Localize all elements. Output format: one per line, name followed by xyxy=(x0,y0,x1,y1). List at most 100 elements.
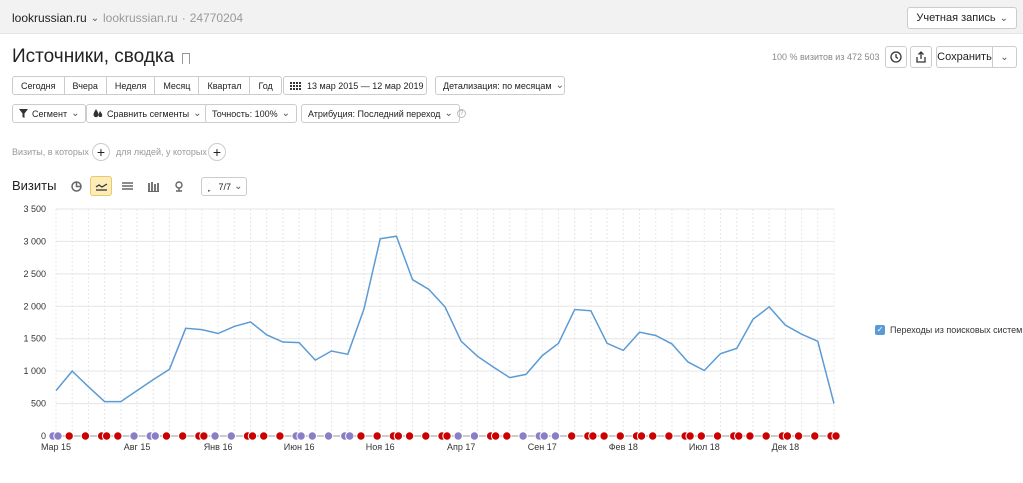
share-icon xyxy=(916,51,926,63)
event-marker-icon[interactable] xyxy=(101,431,112,441)
period-month[interactable]: Месяц xyxy=(155,76,200,95)
event-marker-icon[interactable] xyxy=(345,431,355,441)
help-icon[interactable]: ? xyxy=(457,109,466,118)
event-marker-icon[interactable] xyxy=(782,431,793,441)
event-marker-icon[interactable] xyxy=(615,431,625,441)
compare-segments-dropdown[interactable]: Сравнить сегменты ⌄ xyxy=(86,104,209,123)
save-options-button[interactable]: ⌄ xyxy=(993,46,1017,68)
event-marker-icon[interactable] xyxy=(566,431,577,441)
event-marker-icon[interactable] xyxy=(453,431,463,441)
chevron-down-icon: ⌄ xyxy=(281,108,290,119)
x-tick-label: Ноя 16 xyxy=(366,442,395,452)
event-marker-icon[interactable] xyxy=(80,431,91,441)
event-marker-icon[interactable] xyxy=(296,431,306,441)
bookmark-icon[interactable] xyxy=(182,52,191,64)
chevron-down-icon: ⌄ xyxy=(71,108,80,119)
event-marker-icon[interactable] xyxy=(404,431,415,441)
event-marker-icon[interactable] xyxy=(810,431,820,441)
account-label: Учетная запись xyxy=(916,12,996,24)
chart-type-bar[interactable] xyxy=(142,176,164,196)
event-marker-icon[interactable] xyxy=(177,431,188,441)
event-marker-icon[interactable] xyxy=(761,431,771,441)
event-marker-icon[interactable] xyxy=(648,431,658,441)
event-marker-icon[interactable] xyxy=(150,431,160,441)
chart-title: Визиты xyxy=(12,178,57,193)
date-range-button[interactable]: 13 мар 2015 — 12 мар 2019 xyxy=(283,76,427,95)
event-marker-icon[interactable] xyxy=(226,431,236,441)
y-tick-label: 1 000 xyxy=(23,366,46,376)
chart-legend[interactable]: ✓ Переходы из поисковых систем xyxy=(875,325,1022,335)
separator-dot: · xyxy=(181,11,186,25)
export-button[interactable] xyxy=(910,46,932,68)
x-tick-label: Мар 15 xyxy=(41,442,71,452)
event-marker-icon[interactable] xyxy=(161,431,172,441)
event-marker-icon[interactable] xyxy=(696,431,707,441)
event-marker-icon[interactable] xyxy=(64,431,74,441)
add-people-filter-button[interactable]: + xyxy=(208,143,226,161)
event-marker-icon[interactable] xyxy=(469,431,480,441)
event-marker-icon[interactable] xyxy=(712,431,723,441)
period-week[interactable]: Неделя xyxy=(106,76,156,95)
event-marker-icon[interactable] xyxy=(356,431,366,441)
accuracy-dropdown[interactable]: Точность: 100% ⌄ xyxy=(205,104,297,123)
event-marker-icon[interactable] xyxy=(307,431,318,441)
event-marker-icon[interactable] xyxy=(502,431,512,441)
event-marker-icon[interactable] xyxy=(129,431,139,441)
visits-line-chart: 0 500 1 000 1 500 2 000 2 500 3 000 3 500 Мар 1… xyxy=(23,204,841,452)
add-visit-filter-button[interactable]: + xyxy=(92,143,110,161)
series-selector[interactable]: 7/7 ⌄ xyxy=(201,177,247,196)
event-marker-icon[interactable] xyxy=(831,431,841,441)
event-marker-icon[interactable] xyxy=(664,431,674,441)
period-year[interactable]: Год xyxy=(250,76,282,95)
y-tick-label: 0 xyxy=(41,431,46,441)
chart-type-pie[interactable] xyxy=(65,176,87,196)
legend-series-name: Переходы из поисковых систем xyxy=(890,325,1023,335)
event-marker-icon[interactable] xyxy=(210,431,220,441)
period-quarter[interactable]: Квартал xyxy=(199,76,251,95)
segment-label: Сегмент xyxy=(32,108,68,119)
checkbox-icon[interactable]: ✓ xyxy=(875,325,885,335)
segment-dropdown[interactable]: Сегмент ⌄ xyxy=(12,104,87,123)
chart-type-map[interactable] xyxy=(168,176,190,196)
pie-chart-icon xyxy=(70,180,82,192)
chart-type-line[interactable] xyxy=(90,176,112,196)
filter-icon xyxy=(19,109,28,118)
period-today[interactable]: Сегодня xyxy=(12,76,65,95)
period-yesterday[interactable]: Вчера xyxy=(64,76,107,95)
chart-type-area[interactable] xyxy=(116,176,138,196)
chevron-down-icon: ⌄ xyxy=(1000,51,1009,63)
event-marker-icon[interactable] xyxy=(393,431,404,441)
event-marker-icon[interactable] xyxy=(550,431,561,441)
clock-button[interactable] xyxy=(885,46,907,68)
event-marker-icon[interactable] xyxy=(247,431,258,441)
event-marker-icon[interactable] xyxy=(539,431,549,441)
event-marker-icon[interactable] xyxy=(323,431,334,441)
event-marker-icon[interactable] xyxy=(599,431,609,441)
event-marker-icon[interactable] xyxy=(745,431,755,441)
event-marker-icon[interactable] xyxy=(275,431,285,441)
site-selector[interactable]: lookrussian.ru ⌄ xyxy=(12,11,99,25)
attribution-dropdown[interactable]: Атрибуция: Последний переход ⌄ xyxy=(301,104,460,123)
event-marker-icon[interactable] xyxy=(442,431,452,441)
event-marker-icon[interactable] xyxy=(588,431,598,441)
chevron-down-icon: ⌄ xyxy=(555,80,564,91)
x-tick-label: Дек 18 xyxy=(772,442,800,452)
event-marker-icon[interactable] xyxy=(793,431,804,441)
event-marker-icon[interactable] xyxy=(372,431,382,441)
event-marker-icon[interactable] xyxy=(490,431,501,441)
event-marker-icon[interactable] xyxy=(421,431,431,441)
event-marker-icon[interactable] xyxy=(636,431,647,441)
y-tick-label: 2 000 xyxy=(23,301,46,311)
event-marker-icon[interactable] xyxy=(113,431,123,441)
series-count: 7/7 xyxy=(218,181,232,192)
counter-id: 24770204 xyxy=(189,11,244,25)
account-button[interactable]: Учетная запись ⌄ xyxy=(907,7,1017,29)
save-button[interactable]: Сохранить xyxy=(936,46,993,68)
event-marker-icon[interactable] xyxy=(685,431,695,441)
detail-dropdown[interactable]: Детализация: по месяцам ⌄ xyxy=(435,76,565,95)
event-marker-icon[interactable] xyxy=(259,431,269,441)
event-marker-icon[interactable] xyxy=(53,431,63,441)
event-marker-icon[interactable] xyxy=(199,431,209,441)
event-marker-icon[interactable] xyxy=(734,431,744,441)
event-marker-icon[interactable] xyxy=(518,431,528,441)
